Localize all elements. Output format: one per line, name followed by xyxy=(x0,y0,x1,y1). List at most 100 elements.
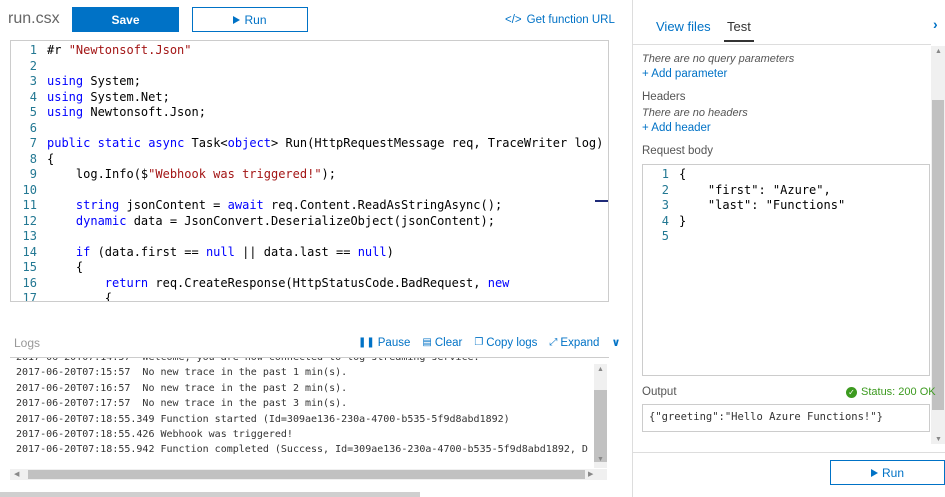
test-run-button[interactable]: Run xyxy=(830,460,945,485)
run-button[interactable]: Run xyxy=(192,7,308,32)
code-line-number: 3 xyxy=(29,74,37,88)
code-line-number: 4 xyxy=(29,89,37,104)
code-line: 3 using System; xyxy=(11,74,141,90)
code-line: 7 public static async Task< object > Run(Ht… xyxy=(11,136,604,152)
code-line: 10 xyxy=(11,183,47,199)
log-line: 2017-06-20T07:14:57 Welcome, you are now… xyxy=(16,357,480,363)
body-line: 4} xyxy=(643,214,686,230)
code-line: 11 string jsonContent = await req.Conten… xyxy=(11,198,503,214)
code-token: string xyxy=(75,198,120,212)
play-icon xyxy=(233,15,241,24)
code-line-number: 6 xyxy=(29,120,37,135)
pause-button[interactable]: ❚❚ Pause xyxy=(358,337,410,349)
scroll-left-arrow-icon[interactable]: ◀ xyxy=(14,470,19,478)
clear-label: Clear xyxy=(434,336,463,349)
expand-label: Expand xyxy=(560,336,600,349)
save-button[interactable]: Save xyxy=(72,7,179,32)
get-function-url-link[interactable]: </> Get function URL xyxy=(505,14,615,26)
code-token: (data.first == xyxy=(90,244,206,259)
code-line-number: 11 xyxy=(22,198,37,212)
log-line: 2017-06-20T07:18:55.349 Function started… xyxy=(16,413,510,425)
add-parameter-link[interactable]: + Add parameter xyxy=(642,68,727,80)
code-line-number: 14 xyxy=(22,244,37,259)
code-line-number: 10 xyxy=(22,182,37,197)
code-token: async xyxy=(148,136,185,150)
clear-button[interactable]: ▤ Clear xyxy=(422,337,462,349)
code-line-number: 15 xyxy=(22,260,37,274)
check-circle-icon: ✓ xyxy=(846,386,857,398)
chevron-right-icon[interactable]: › xyxy=(933,16,938,32)
headers-label: Headers xyxy=(642,91,686,103)
add-header-link[interactable]: + Add header xyxy=(642,122,711,134)
code-line-number: 13 xyxy=(22,229,37,243)
code-token: using xyxy=(47,74,84,88)
code-token: if xyxy=(75,244,91,259)
code-token: System.Net; xyxy=(83,89,170,104)
output-value: {"greeting":"Hello Azure Functions!"} xyxy=(642,404,930,432)
code-token: public xyxy=(47,136,91,150)
code-token: new xyxy=(487,275,510,290)
tab-test[interactable]: Test xyxy=(727,19,751,34)
code-line: 12 dynamic data = JsonConvert.Deserializ… xyxy=(11,214,495,230)
body-line-number: 3 xyxy=(661,198,669,212)
expand-button[interactable]: ⤢ Expand xyxy=(549,337,599,349)
logs-title: Logs xyxy=(14,336,41,350)
code-token: log.Info($ xyxy=(47,167,149,181)
scroll-down-arrow-icon[interactable]: ▼ xyxy=(597,456,604,463)
scroll-right-arrow-icon[interactable]: ▶ xyxy=(588,470,593,478)
logs-vertical-scroll-thumb[interactable] xyxy=(594,390,607,462)
code-token: data = JsonConvert.DeserializeObject(jso… xyxy=(126,213,495,228)
code-line: 14 if (data.first == null || data.last =… xyxy=(11,245,394,261)
code-token: object xyxy=(227,136,272,150)
right-panel-scroll-up-icon[interactable]: ▲ xyxy=(935,48,942,55)
code-line: 15 { xyxy=(11,260,84,276)
code-icon: </> xyxy=(505,14,522,26)
body-line: 1{ xyxy=(643,167,686,183)
scroll-up-arrow-icon[interactable]: ▲ xyxy=(597,366,604,373)
editor-cursor-marker xyxy=(595,200,608,202)
log-line: 2017-06-20T07:18:55.426 Webhook was trig… xyxy=(16,429,293,440)
body-token: { xyxy=(679,167,687,181)
copy-logs-button[interactable]: ❐ Copy logs xyxy=(474,337,537,349)
code-token: Newtonsoft.Json; xyxy=(83,105,206,119)
code-line: 1 #r "Newtonsoft.Json" xyxy=(11,43,192,59)
chevron-down-icon[interactable]: ∨ xyxy=(611,336,620,349)
right-panel-scroll-thumb[interactable] xyxy=(932,100,944,410)
clear-icon: ▤ xyxy=(422,337,432,348)
body-line: 3 "last": "Functions" xyxy=(643,198,845,214)
code-token: { xyxy=(47,260,84,274)
request-body-editor[interactable]: 1{2 "first": "Azure", 3 "last": "Function… xyxy=(642,164,930,376)
code-token: > Run(HttpRequestMessage req, TraceWrite… xyxy=(271,136,604,150)
body-token: "first": "Azure", xyxy=(679,182,831,197)
body-line-number: 4 xyxy=(661,213,669,228)
code-token: using xyxy=(47,105,84,119)
copy-logs-label: Copy logs xyxy=(486,336,538,349)
run-button-label: Run xyxy=(244,12,267,27)
code-token: dynamic xyxy=(75,213,127,228)
code-token: Task< xyxy=(184,136,228,150)
code-line: 9 log.Info($ "Webhook was triggered!"); xyxy=(11,167,336,183)
body-line-number: 2 xyxy=(661,182,669,197)
page-horizontal-scrollbar[interactable] xyxy=(0,492,420,497)
get-function-url-label: Get function URL xyxy=(526,14,615,26)
file-name: run.csx xyxy=(8,10,60,27)
code-token: "Webhook was triggered!" xyxy=(148,167,322,181)
code-editor[interactable]: 1 #r "Newtonsoft.Json" 2 3 using System; 4 usi… xyxy=(10,40,609,302)
code-line: 5 using Newtonsoft.Json; xyxy=(11,105,206,121)
code-line-number: 17 xyxy=(22,291,37,302)
right-panel-scroll-down-icon[interactable]: ▼ xyxy=(935,436,942,443)
code-token: null xyxy=(205,244,235,259)
logs-output[interactable]: 2017-06-20T07:14:57 Welcome, you are now… xyxy=(10,357,609,482)
expand-icon: ⤢ xyxy=(549,337,558,348)
headers-empty-text: There are no headers xyxy=(642,107,748,119)
body-line-number: 1 xyxy=(661,167,669,181)
body-line-number: 5 xyxy=(661,229,669,243)
logs-horizontal-scroll-thumb[interactable] xyxy=(28,470,585,479)
code-token: req.CreateResponse(HttpStatusCode.BadReq… xyxy=(148,275,488,290)
tab-view-files[interactable]: View files xyxy=(656,19,711,34)
